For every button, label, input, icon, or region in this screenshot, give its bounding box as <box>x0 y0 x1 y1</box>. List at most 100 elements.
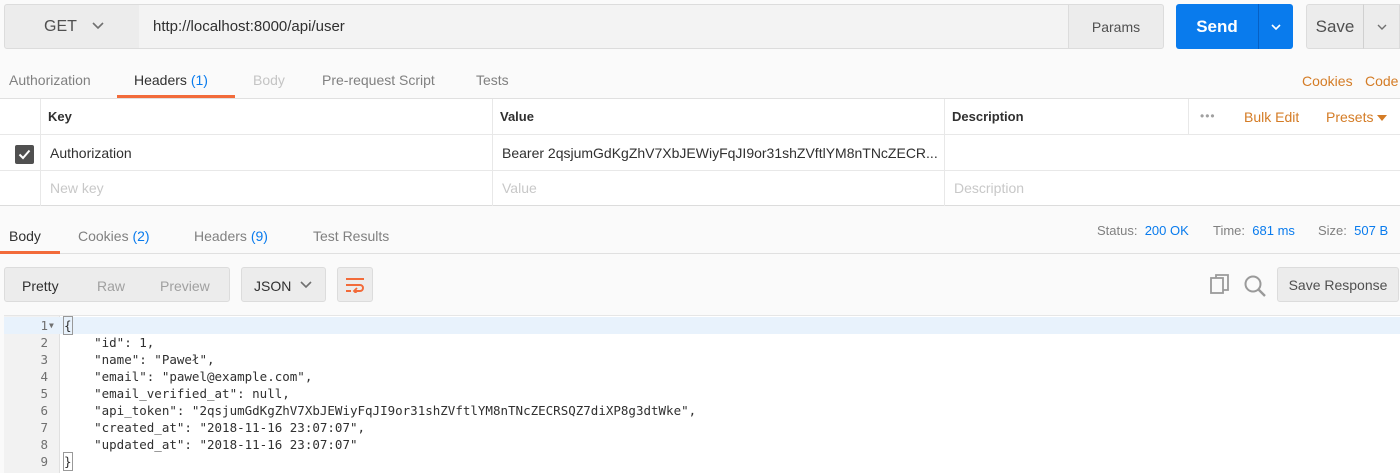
code-text: } <box>63 452 73 471</box>
wrap-lines-icon <box>346 277 364 293</box>
view-mode-preview[interactable]: Preview <box>160 278 210 294</box>
view-mode-raw[interactable]: Raw <box>97 278 125 294</box>
status-label: Status: <box>1097 223 1138 238</box>
method-label: GET <box>44 18 77 35</box>
table-header-row: Key Value Description ••• Bulk Edit Pres… <box>0 99 1400 135</box>
method-select[interactable]: GET <box>4 4 140 49</box>
line-number: 2 <box>40 335 48 350</box>
presets-dropdown[interactable]: Presets <box>1326 109 1388 125</box>
code-line: 6 "api_token": "2qsjumGdKgZhV7XbJEWiyFqJ… <box>4 402 1400 419</box>
format-select[interactable]: JSON <box>241 267 326 302</box>
tab-response-headers[interactable]: Headers (9) <box>194 228 268 244</box>
tab-authorization[interactable]: Authorization <box>9 72 91 88</box>
presets-label: Presets <box>1326 109 1374 125</box>
save-options-button[interactable] <box>1363 4 1400 49</box>
tab-headers[interactable]: Headers (1) <box>134 72 208 88</box>
response-tabs: Body Cookies (2) Headers (9) Test Result… <box>0 207 1400 254</box>
chevron-down-icon <box>1377 24 1386 30</box>
format-label: JSON <box>254 278 292 294</box>
view-mode-segmented-control: Pretty Raw Preview <box>4 267 230 302</box>
tab-count: (9) <box>250 228 268 244</box>
code-link[interactable]: Code <box>1365 73 1398 89</box>
new-value-input[interactable]: Value <box>502 180 537 196</box>
request-tabs: Authorization Headers (1) Body Pre-reque… <box>0 58 1400 99</box>
code-line: 1 ▼ { <box>4 316 1400 335</box>
tab-body[interactable]: Body <box>253 72 285 88</box>
save-response-button[interactable]: Save Response <box>1277 267 1399 302</box>
chevron-down-icon <box>1271 23 1281 30</box>
active-tab-indicator <box>0 251 60 254</box>
column-divider <box>40 99 41 206</box>
tab-label: Body <box>9 228 41 244</box>
cookies-link[interactable]: Cookies <box>1302 73 1353 89</box>
tab-test-results[interactable]: Test Results <box>313 228 389 244</box>
code-text: "api_token": "2qsjumGdKgZhV7XbJEWiyFqJI9… <box>64 403 697 418</box>
tab-count: (1) <box>190 72 208 88</box>
bulk-edit-link[interactable]: Bulk Edit <box>1244 109 1299 125</box>
send-button[interactable]: Send <box>1176 4 1258 49</box>
code-line: 5 "email_verified_at": null, <box>4 385 1400 402</box>
line-number: 4 <box>40 369 48 384</box>
code-line: 7 "created_at": "2018-11-16 23:07:07", <box>4 419 1400 436</box>
header-key-cell[interactable]: Authorization <box>50 145 132 161</box>
tab-label: Authorization <box>9 72 91 88</box>
tab-label: Pre-request Script <box>322 72 435 88</box>
code-text: "email_verified_at": null, <box>64 386 290 401</box>
column-header-key: Key <box>48 109 72 124</box>
table-row: Authorization Bearer 2qsjumGdKgZhV7XbJEW… <box>0 135 1400 171</box>
line-number: 5 <box>40 386 48 401</box>
code-text: "id": 1, <box>64 335 155 350</box>
tab-pre-request-script[interactable]: Pre-request Script <box>322 72 435 88</box>
status-value: 200 OK <box>1144 223 1189 238</box>
tab-count: (2) <box>132 228 150 244</box>
line-number: 3 <box>40 352 48 367</box>
send-options-button[interactable] <box>1258 4 1293 49</box>
line-number: 1 <box>40 318 48 333</box>
view-mode-pretty[interactable]: Pretty <box>22 278 59 294</box>
save-button[interactable]: Save <box>1306 4 1364 49</box>
column-divider <box>944 99 945 206</box>
tab-label: Test Results <box>313 228 390 244</box>
tab-label: Headers <box>194 228 247 244</box>
code-line: 2 "id": 1, <box>4 334 1400 351</box>
line-number: 6 <box>40 403 48 418</box>
code-text: "email": "pawel@example.com", <box>64 369 313 384</box>
code-line: 3 "name": "Paweł", <box>4 351 1400 368</box>
code-text: "name": "Paweł", <box>64 352 215 367</box>
code-line: 9 } <box>4 452 1400 471</box>
tab-response-cookies[interactable]: Cookies (2) <box>78 228 150 244</box>
chevron-down-icon <box>300 281 312 289</box>
column-divider <box>492 99 493 206</box>
header-enabled-checkbox[interactable] <box>15 145 34 164</box>
line-number: 9 <box>40 454 48 469</box>
status-info: Status: 200 OK <box>1097 223 1189 238</box>
new-key-input[interactable]: New key <box>50 180 104 196</box>
tab-tests[interactable]: Tests <box>476 72 509 88</box>
params-button[interactable]: Params <box>1068 4 1164 49</box>
header-value-cell[interactable]: Bearer 2qsjumGdKgZhV7XbJEWiyFqJI9or31shZ… <box>502 145 942 161</box>
tab-response-body[interactable]: Body <box>9 228 41 244</box>
column-header-description: Description <box>952 109 1024 124</box>
new-description-input[interactable]: Description <box>954 180 1024 196</box>
table-row-new: New key Value Description <box>0 171 1400 206</box>
wrap-lines-button[interactable] <box>337 267 373 302</box>
fold-arrow-icon[interactable]: ▼ <box>49 317 54 334</box>
response-body-viewer[interactable]: 1 ▼ { 2 "id": 1, 3 "name": "Paweł", 4 "e… <box>4 315 1400 473</box>
active-tab-indicator <box>117 95 235 98</box>
request-bar: GET http://localhost:8000/api/user Param… <box>0 0 1400 58</box>
caret-down-icon <box>1377 115 1388 122</box>
tab-label: Body <box>253 72 285 88</box>
checkmark-icon <box>18 149 31 160</box>
column-header-value: Value <box>500 109 534 124</box>
line-number: 8 <box>40 437 48 452</box>
more-options-icon[interactable]: ••• <box>1200 109 1216 123</box>
time-label: Time: <box>1213 223 1246 238</box>
tab-label: Headers <box>134 72 187 88</box>
search-icon[interactable] <box>1243 274 1267 298</box>
code-line: 4 "email": "pawel@example.com", <box>4 368 1400 385</box>
chevron-down-icon <box>92 22 104 30</box>
url-input[interactable]: http://localhost:8000/api/user <box>139 4 1069 49</box>
copy-icon[interactable] <box>1209 274 1231 296</box>
size-value: 507 B <box>1354 223 1389 238</box>
code-text: "updated_at": "2018-11-16 23:07:07" <box>64 437 358 452</box>
